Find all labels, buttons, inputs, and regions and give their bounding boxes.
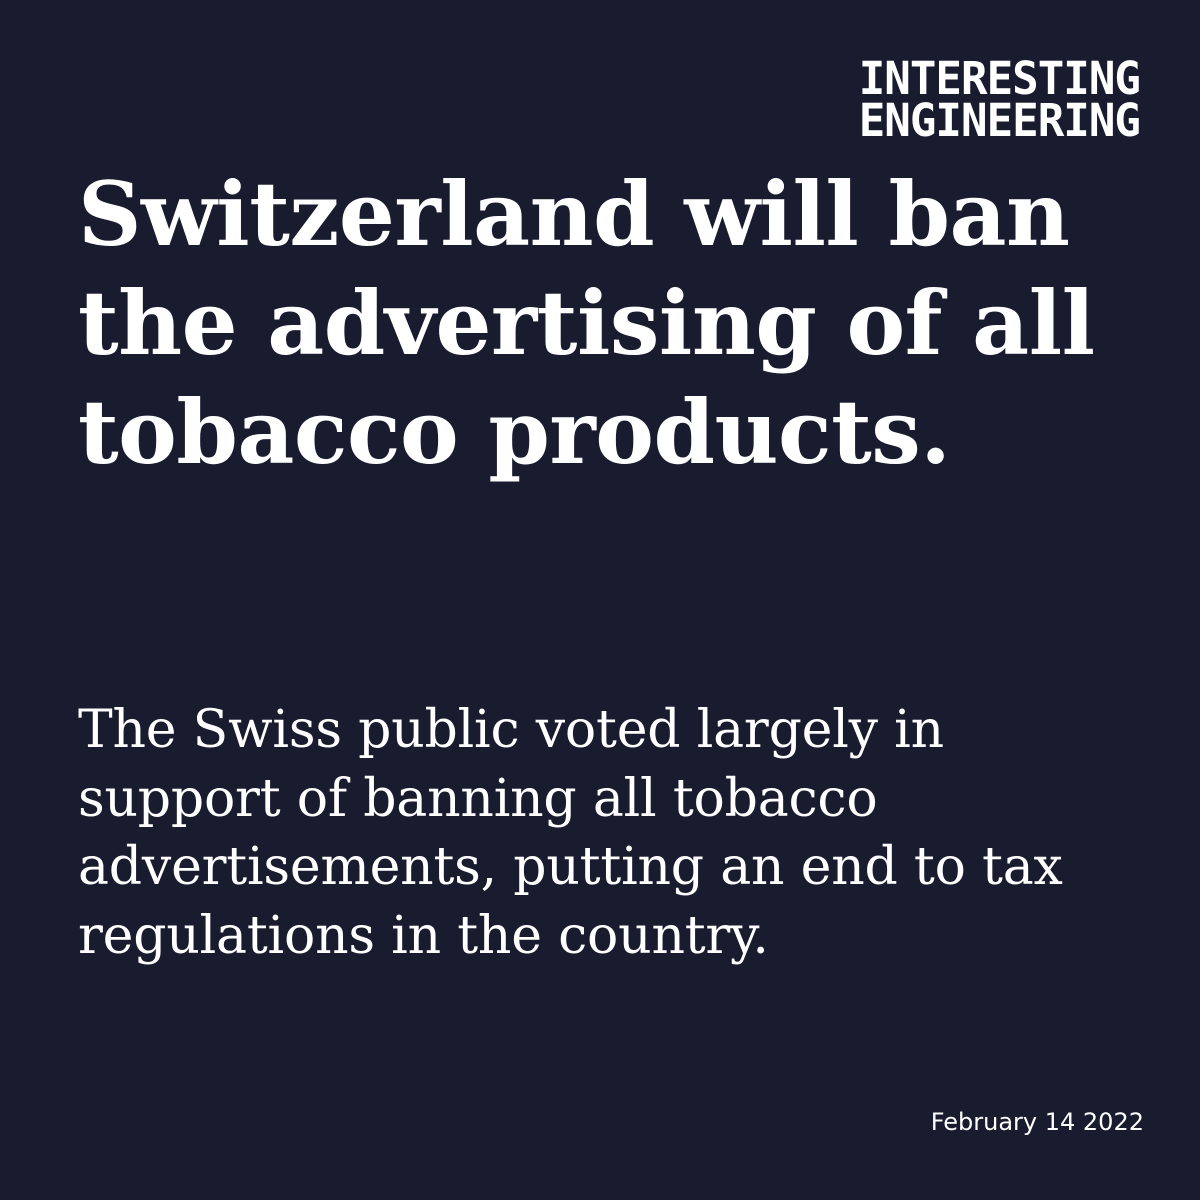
logo-line-engineering: ENGINEERING [858,94,1141,147]
interesting-engineering-logo: INTERESTING ENGINEERING [850,56,1141,147]
publish-date: February 14 2022 [930,1108,1144,1136]
subheadline: The Swiss public voted largely in suppor… [78,700,1063,966]
headline: Switzerland will ban the advertising of … [78,162,1095,485]
news-card: INTERESTING ENGINEERING Switzerland will… [0,0,1200,1200]
